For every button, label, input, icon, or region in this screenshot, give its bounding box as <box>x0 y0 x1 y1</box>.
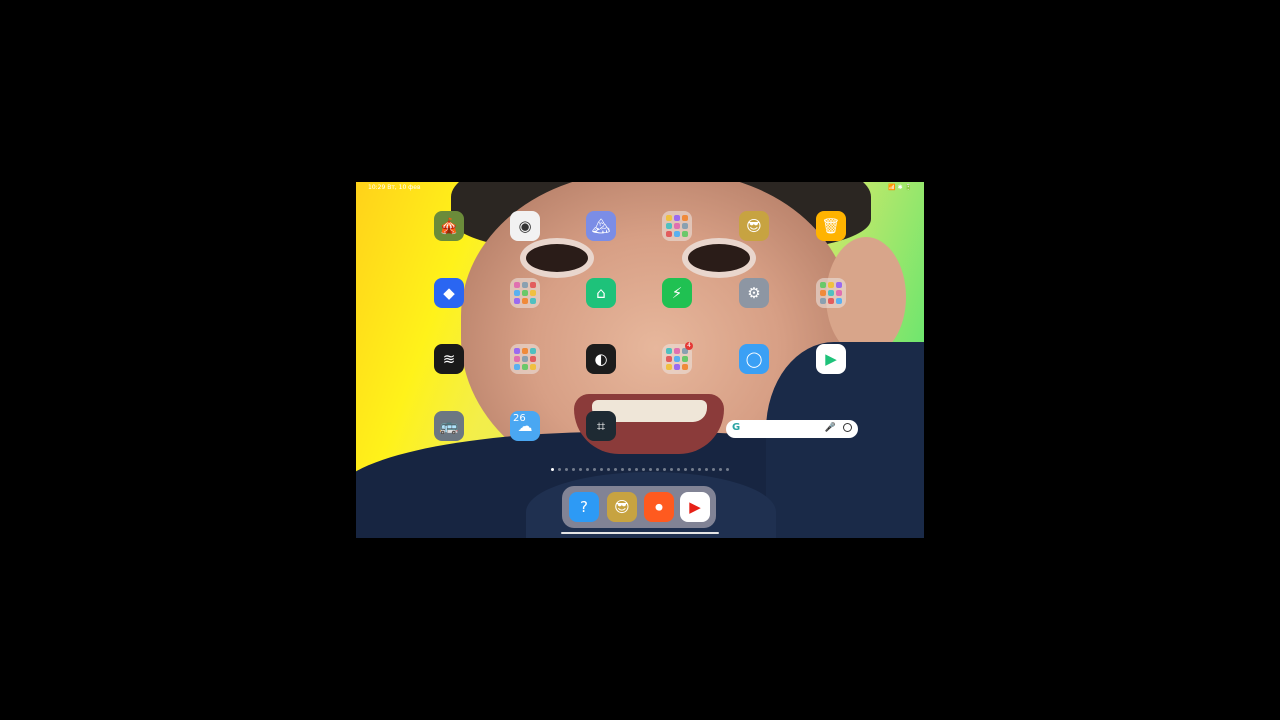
help-app-icon[interactable]: ? <box>569 492 599 522</box>
app-dock: ? 😎 ⏺ ▶ <box>562 486 716 528</box>
page-dot[interactable] <box>614 468 617 471</box>
screen-recorder-app-icon[interactable]: ⏺ <box>644 492 674 522</box>
page-dot[interactable] <box>621 468 624 471</box>
recorder-app-glyph: ≋ <box>442 349 456 368</box>
google-search-widget[interactable]: G 🎤 <box>726 420 858 438</box>
game-character-app-icon[interactable]: 😎 <box>739 211 769 241</box>
gallery-app-glyph: 🏔 <box>591 216 611 235</box>
folder-more[interactable]: 4 <box>662 342 693 374</box>
page-dot[interactable] <box>656 468 659 471</box>
page-dot[interactable] <box>719 468 722 471</box>
game-icon-app-icon[interactable]: 🎪 <box>434 211 464 241</box>
folder-games[interactable] <box>510 278 540 308</box>
cleaner-app-glyph: 🗑 <box>821 216 841 235</box>
youtube-app-glyph: ▶ <box>689 497 701 516</box>
game-bus-app-glyph: 🚌 <box>439 416 459 435</box>
page-dot[interactable] <box>572 468 575 471</box>
status-indicators: 📶 ✱ 🔋 <box>888 184 912 191</box>
weather-app-icon[interactable]: ☁ 26 <box>510 411 540 441</box>
page-dot[interactable] <box>635 468 638 471</box>
microphone-icon[interactable]: 🎤 <box>825 423 836 433</box>
google-logo-icon: G <box>732 422 741 433</box>
gallery-app-icon[interactable]: 🏔 <box>586 211 616 241</box>
page-dot[interactable] <box>698 468 701 471</box>
page-dot[interactable] <box>607 468 610 471</box>
weather-temperature: 26 <box>513 413 526 424</box>
page-dot[interactable] <box>670 468 673 471</box>
page-dot[interactable] <box>726 468 729 471</box>
security-app-icon[interactable]: ⚡ <box>662 278 692 308</box>
status-time-date: 10:29 Вт, 10 фев <box>368 184 421 191</box>
folder-top[interactable] <box>662 211 692 241</box>
roblox-app-icon[interactable]: ◆ <box>434 278 464 308</box>
folder-google[interactable] <box>816 278 846 308</box>
game-dock-app-glyph: 😎 <box>614 497 630 516</box>
settings-app-icon[interactable]: ⚙ <box>739 278 769 308</box>
page-dot[interactable] <box>551 468 554 471</box>
page-dot[interactable] <box>600 468 603 471</box>
page-dot[interactable] <box>691 468 694 471</box>
play-store-app-glyph: ▶ <box>825 349 837 368</box>
browser-app-icon[interactable]: ◯ <box>739 344 769 374</box>
themes-app-glyph: ◐ <box>594 349 608 368</box>
wallpaper-shirt-side <box>766 342 924 538</box>
page-dot[interactable] <box>628 468 631 471</box>
page-dot[interactable] <box>558 468 561 471</box>
page-dot[interactable] <box>712 468 715 471</box>
page-dot[interactable] <box>593 468 596 471</box>
wallpaper-eye-left <box>526 244 588 272</box>
home-gesture-bar[interactable] <box>561 532 719 534</box>
page-dot[interactable] <box>579 468 582 471</box>
security-app-glyph: ⚡ <box>671 283 683 302</box>
cleaner-app-icon[interactable]: 🗑 <box>816 211 846 241</box>
page-dot[interactable] <box>705 468 708 471</box>
folder-tools[interactable] <box>510 344 540 374</box>
camera-app-icon[interactable]: ◉ <box>510 211 540 241</box>
page-dot[interactable] <box>586 468 589 471</box>
scanner-app-icon[interactable]: ⌗ <box>586 411 616 441</box>
page-dot[interactable] <box>649 468 652 471</box>
help-app-glyph: ? <box>580 497 588 516</box>
page-dot[interactable] <box>642 468 645 471</box>
screen-recorder-app-glyph: ⏺ <box>655 497 663 516</box>
game-icon-app-glyph: 🎪 <box>439 216 459 235</box>
mi-home-app-glyph: ⌂ <box>596 283 606 302</box>
lens-icon[interactable] <box>843 423 852 432</box>
scanner-app-glyph: ⌗ <box>596 416 606 435</box>
game-dock-app-icon[interactable]: 😎 <box>607 492 637 522</box>
themes-app-icon[interactable]: ◐ <box>586 344 616 374</box>
wallpaper-eye-right <box>688 244 750 272</box>
game-character-app-glyph: 😎 <box>746 216 762 235</box>
notification-badge: 4 <box>685 342 693 350</box>
tablet-home-screen: 10:29 Вт, 10 фев 📶 ✱ 🔋 🎪 ◉ 🏔 😎 🗑 ◆ ⌂ ⚡ ⚙ ≋ ◐ 4 ◯ ▶ 🚌 ☁ 2… <box>356 182 924 538</box>
page-dot[interactable] <box>663 468 666 471</box>
page-indicator <box>542 468 738 472</box>
play-store-app-icon[interactable]: ▶ <box>816 344 846 374</box>
camera-app-glyph: ◉ <box>518 216 532 235</box>
page-dot[interactable] <box>684 468 687 471</box>
settings-app-glyph: ⚙ <box>747 283 761 302</box>
status-bar: 10:29 Вт, 10 фев 📶 ✱ 🔋 <box>356 182 924 194</box>
browser-app-glyph: ◯ <box>745 349 763 368</box>
mi-home-app-icon[interactable]: ⌂ <box>586 278 616 308</box>
page-dot[interactable] <box>565 468 568 471</box>
youtube-app-icon[interactable]: ▶ <box>680 492 710 522</box>
recorder-app-icon[interactable]: ≋ <box>434 344 464 374</box>
page-dot[interactable] <box>677 468 680 471</box>
game-bus-app-icon[interactable]: 🚌 <box>434 411 464 441</box>
roblox-app-glyph: ◆ <box>443 283 455 302</box>
